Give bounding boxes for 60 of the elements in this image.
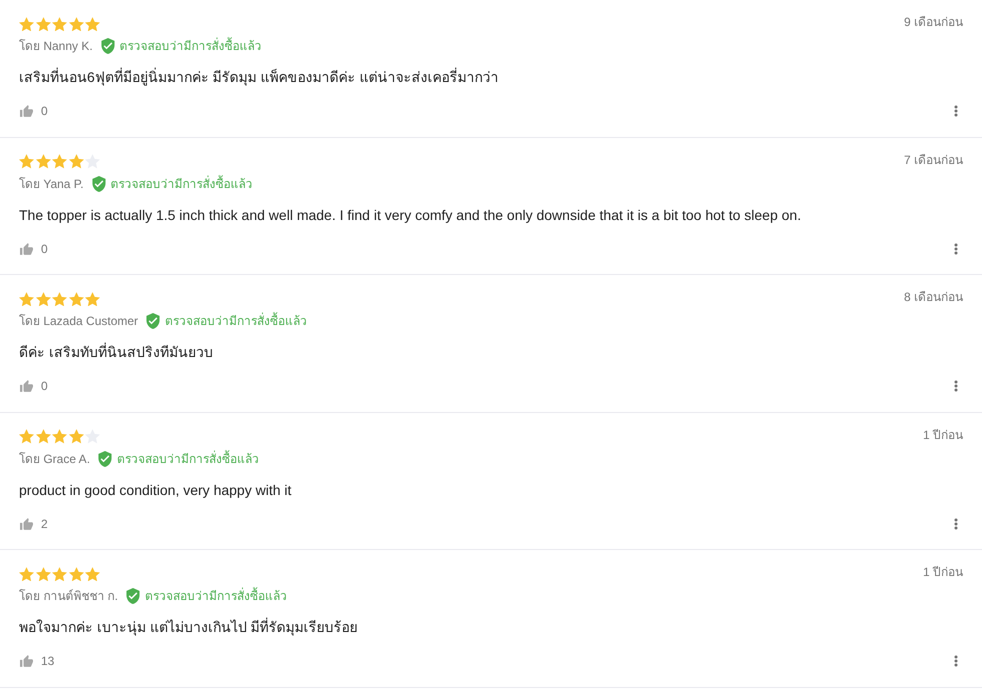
- like-count: 0: [41, 103, 48, 119]
- star-icon: [85, 16, 100, 32]
- star-icon: [68, 429, 84, 444]
- reviewer-name: โดย Yana P.: [19, 176, 84, 192]
- star-icon: [36, 16, 50, 32]
- star-icon: [52, 566, 67, 582]
- like-count: 2: [41, 516, 48, 532]
- verified-purchase-label: ตรวจสอบว่ามีการสั่งซื้อแล้ว: [117, 450, 260, 466]
- like-count: 13: [41, 653, 54, 669]
- star-icon: [85, 429, 100, 444]
- verified-purchase-label: ตรวจสอบว่ามีการสั่งซื้อแล้ว: [120, 38, 262, 54]
- star-icon: [68, 154, 84, 169]
- reviewer-name: โดย Lazada Customer: [19, 313, 138, 329]
- star-icon: [19, 429, 34, 444]
- star-icon: [19, 154, 34, 169]
- review-text: ดีค่ะ เสริมทับที่นินสปริงทีมันยวบ: [19, 342, 214, 362]
- star-icon: [68, 566, 84, 582]
- review-date: 1 ปีก่อน: [922, 564, 963, 580]
- star-icon: [36, 154, 50, 169]
- star-icon: [85, 292, 100, 306]
- like-count: 0: [41, 240, 48, 256]
- star-icon: [52, 16, 67, 32]
- thumbs-up-icon[interactable]: [20, 518, 33, 530]
- more-options-icon[interactable]: [954, 380, 958, 392]
- star-icon: [19, 16, 34, 32]
- like-count: 0: [41, 378, 48, 394]
- more-options-icon[interactable]: [954, 518, 958, 530]
- more-options-icon[interactable]: [954, 655, 958, 667]
- reviewer-name: โดย Nanny K.: [19, 38, 93, 54]
- star-icon: [85, 154, 100, 169]
- review-date: 9 เดือนก่อน: [904, 14, 963, 30]
- review-text: เสริมที่นอน6ฟุตที่มีอยู่นิ่มมากค่ะ มีรัดมุม แพ็คของมาดีค่ะ แต่น่าจะส่งเคอรี่มากว่า: [19, 67, 500, 87]
- thumbs-up-icon[interactable]: [20, 380, 33, 392]
- star-icon: [19, 292, 34, 306]
- verified-purchase-label: ตรวจสอบว่ามีการสั่งซื้อแล้ว: [145, 588, 288, 604]
- review-date: 8 เดือนก่อน: [904, 289, 963, 305]
- star-icon: [68, 16, 84, 32]
- review-text: พอใจมากค่ะ เบาะนุ่ม แต่ไม่บางเกินไป มีที่รัดมุมเรียบร้อย: [19, 617, 359, 637]
- star-icon: [52, 154, 67, 169]
- star-icon: [52, 292, 67, 306]
- star-icon: [19, 566, 34, 582]
- more-options-icon[interactable]: [954, 105, 958, 117]
- reviewer-name: โดย Grace A.: [19, 450, 90, 466]
- review-text: product in good condition, very happy with it: [19, 480, 292, 500]
- star-icon: [52, 429, 67, 444]
- thumbs-up-icon[interactable]: [20, 105, 33, 117]
- star-icon: [85, 566, 100, 582]
- star-icon: [68, 292, 84, 306]
- thumbs-up-icon[interactable]: [20, 655, 33, 667]
- review-text: The topper is actually 1.5 inch thick and well made. I find it very comfy and the only downside that it is a bit too hot to sleep on.: [19, 206, 802, 224]
- star-icon: [36, 292, 50, 306]
- verified-purchase-label: ตรวจสอบว่ามีการสั่งซื้อแล้ว: [165, 313, 308, 329]
- review-date: 7 เดือนก่อน: [904, 152, 963, 168]
- verified-purchase-label: ตรวจสอบว่ามีการสั่งซื้อแล้ว: [110, 176, 253, 192]
- star-icon: [36, 566, 50, 582]
- star-icon: [36, 429, 50, 444]
- review-date: 1 ปีก่อน: [922, 426, 963, 442]
- more-options-icon[interactable]: [954, 242, 958, 254]
- thumbs-up-icon[interactable]: [20, 242, 33, 254]
- reviewer-name: โดย กานต์พิชชา ก.: [19, 588, 118, 604]
